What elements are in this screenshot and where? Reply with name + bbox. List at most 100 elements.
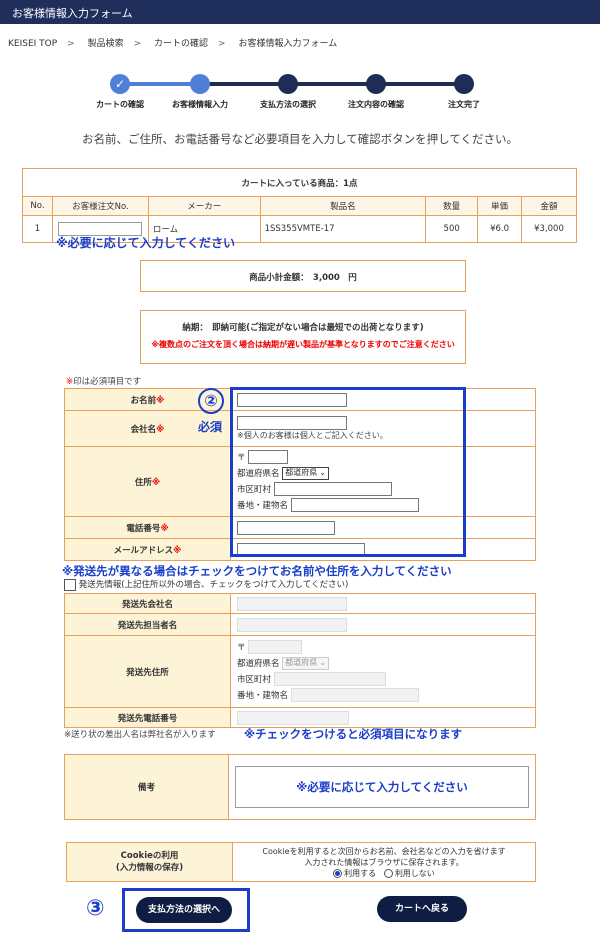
breadcrumb-separator: > bbox=[133, 39, 142, 49]
breadcrumb-separator: > bbox=[67, 39, 75, 49]
ship-phone-label: 発送先電話番号 bbox=[64, 707, 231, 728]
remarks-table: 備考 ※必要に応じて入力してください bbox=[64, 754, 536, 820]
ship-pref-select-value: 都道府県 bbox=[285, 658, 318, 667]
company-label: 会社名 bbox=[130, 424, 157, 435]
shipping-checkbox-row: 発送先情報(上記住所以外の場合、チェックをつけて入力してください) bbox=[64, 578, 348, 591]
ship-company-input[interactable] bbox=[237, 596, 347, 611]
phone-label: 電話番号 bbox=[126, 523, 161, 534]
select-payment-button[interactable]: 支払方法の選択へ bbox=[136, 897, 232, 923]
remarks-annotation: ※必要に応じて入力してください bbox=[296, 780, 468, 794]
shipping-checkbox-label: 発送先情報(上記住所以外の場合、チェックをつけて入力してください) bbox=[78, 580, 349, 590]
check-icon: ✓ bbox=[114, 77, 126, 91]
shipping-checkbox[interactable] bbox=[64, 578, 76, 591]
step-dot-order-confirm bbox=[366, 74, 386, 94]
breadcrumb-link-cart[interactable]: カートの確認 bbox=[154, 39, 208, 49]
phone-label-cell: 電話番号※ bbox=[64, 516, 231, 539]
cookie-option-no-label: 利用しない bbox=[394, 868, 435, 878]
cookie-options: 利用する 利用しない bbox=[235, 868, 533, 879]
subtotal-box: 商品小計金額： 3,000 円 bbox=[140, 260, 466, 292]
required-mark: ※ bbox=[151, 477, 161, 488]
required-fields-highlight bbox=[230, 387, 466, 557]
ship-zip-input[interactable] bbox=[248, 640, 303, 654]
column-header: No. bbox=[22, 196, 53, 216]
step-dot-customer-info bbox=[190, 74, 210, 94]
cookie-option-no[interactable]: 利用しない bbox=[383, 868, 435, 878]
delivery-text: 納期： 即納可能(ご指定がない場合は最短での出荷となります) bbox=[182, 323, 424, 333]
ship-phone-input[interactable] bbox=[237, 710, 349, 725]
ship-phone-cell bbox=[230, 707, 536, 728]
pref-label: 都道府県名 bbox=[237, 658, 280, 669]
email-label-cell: メールアドレス※ bbox=[64, 538, 231, 561]
ship-address-label: 発送先住所 bbox=[64, 635, 231, 708]
city-label: 市区町村 bbox=[237, 674, 272, 685]
cart-table: カートに入っている商品：1点 No. お客様注文No. メーカー 製品名 数量 … bbox=[22, 168, 577, 243]
step-label: お客様情報入力 bbox=[172, 100, 228, 109]
ship-company-label: 発送先会社名 bbox=[64, 593, 231, 614]
cookie-desc-2: 入力された情報はブラウザに保存されます。 bbox=[304, 857, 464, 867]
required-note: ※印は必須項目です bbox=[66, 375, 141, 387]
street-label: 番地・建物名 bbox=[237, 690, 289, 701]
instruction-text: お名前、ご住所、お電話番号など必要項目を入力して確認ボタンを押してください。 bbox=[82, 132, 518, 146]
ship-street-input[interactable] bbox=[290, 688, 419, 702]
ship-person-label: 発送先担当者名 bbox=[64, 613, 231, 636]
cell-no: 1 bbox=[22, 215, 53, 243]
progress-line-pending bbox=[200, 82, 464, 86]
required-mark: ※ bbox=[160, 523, 169, 534]
step-label: 支払方法の選択 bbox=[260, 100, 316, 109]
cookie-cell: Cookieを利用すると次回からお名前、会社名などの入力を省けます 入力された情… bbox=[232, 842, 536, 882]
required-mark: ※ bbox=[156, 395, 165, 406]
step-label: 注文内容の確認 bbox=[348, 100, 404, 109]
required-mark: ※ bbox=[156, 424, 165, 435]
step-dot-complete bbox=[454, 74, 474, 94]
cookie-table: Cookieの利用 (入力情報の保存) Cookieを利用すると次回からお名前、… bbox=[66, 842, 536, 882]
ship-company-cell bbox=[230, 593, 536, 614]
breadcrumb: KEISEI TOP > 製品検索 > カートの確認 > お客様情報入力フォーム bbox=[8, 36, 337, 49]
remarks-cell: ※必要に応じて入力してください bbox=[228, 754, 536, 820]
order-no-annotation: ※必要に応じて入力してください bbox=[56, 236, 235, 250]
email-label: メールアドレス bbox=[113, 545, 174, 556]
required-mark: ※ bbox=[173, 545, 182, 556]
name-label: お名前 bbox=[130, 395, 157, 406]
back-to-cart-button[interactable]: カートへ戻る bbox=[377, 896, 467, 922]
subtotal-text: 商品小計金額： 3,000 円 bbox=[249, 273, 357, 283]
step-dot-payment bbox=[278, 74, 298, 94]
page-header-title: お客様情報入力フォーム bbox=[12, 7, 133, 20]
cookie-option-yes[interactable]: 利用する bbox=[333, 868, 376, 878]
breadcrumb-link-product-search[interactable]: 製品検索 bbox=[88, 39, 124, 49]
column-header: お客様注文No. bbox=[51, 196, 149, 216]
step-dot-cart-check: ✓ bbox=[110, 74, 130, 94]
remarks-label: 備考 bbox=[64, 754, 229, 820]
progress-line-complete bbox=[120, 82, 200, 86]
cell-product: 1SS355VMTE-17 bbox=[259, 215, 427, 243]
cookie-label-cell: Cookieの利用 (入力情報の保存) bbox=[66, 842, 233, 882]
cart-caption: カートに入っている商品：1点 bbox=[22, 168, 577, 197]
step-label: カートの確認 bbox=[96, 100, 144, 109]
address-label: 住所 bbox=[134, 477, 152, 488]
page-header-bar: お客様情報入力フォーム bbox=[0, 0, 600, 24]
column-header: メーカー bbox=[147, 196, 261, 216]
cell-qty: 500 bbox=[425, 215, 479, 243]
delivery-box: 納期： 即納可能(ご指定がない場合は最短での出荷となります) ※複数点のご注文を… bbox=[140, 310, 466, 364]
column-header: 製品名 bbox=[259, 196, 427, 216]
column-header: 単価 bbox=[477, 196, 523, 216]
check-required-annotation: ※チェックをつけると必須項目になります bbox=[244, 727, 463, 741]
ship-person-input[interactable] bbox=[237, 617, 347, 632]
address-label-cell: 住所※ bbox=[64, 446, 231, 517]
ship-city-input[interactable] bbox=[273, 672, 386, 686]
sender-note: ※送り状の差出人名は弊社名が入ります bbox=[64, 730, 216, 740]
remarks-textarea[interactable]: ※必要に応じて入力してください bbox=[235, 766, 529, 808]
breadcrumb-link-top[interactable]: KEISEI TOP bbox=[8, 39, 57, 49]
chevron-down-icon: ⌄ bbox=[319, 658, 326, 667]
zip-mark: 〒 bbox=[237, 642, 246, 653]
required-note-text: 印は必須項目です bbox=[73, 377, 142, 387]
cookie-label: Cookieの利用 bbox=[120, 851, 179, 861]
ship-pref-select[interactable]: 都道府県 ⌄ bbox=[282, 656, 329, 670]
cell-unit-price: ¥6.0 bbox=[477, 215, 523, 243]
annotation-required: 必須 bbox=[198, 420, 223, 434]
column-header: 金額 bbox=[521, 196, 577, 216]
cell-amount: ¥3,000 bbox=[521, 215, 577, 243]
shipping-form-table: 発送先会社名 発送先担当者名 発送先住所 〒 都道府県名 都道府県 ⌄ 市区町村 … bbox=[64, 593, 536, 728]
annotation-number: ② bbox=[198, 388, 224, 414]
shipping-annotation: ※発送先が異なる場合はチェックをつけてお名前や住所を入力してください bbox=[62, 564, 452, 578]
radio-selected-icon bbox=[333, 868, 343, 878]
